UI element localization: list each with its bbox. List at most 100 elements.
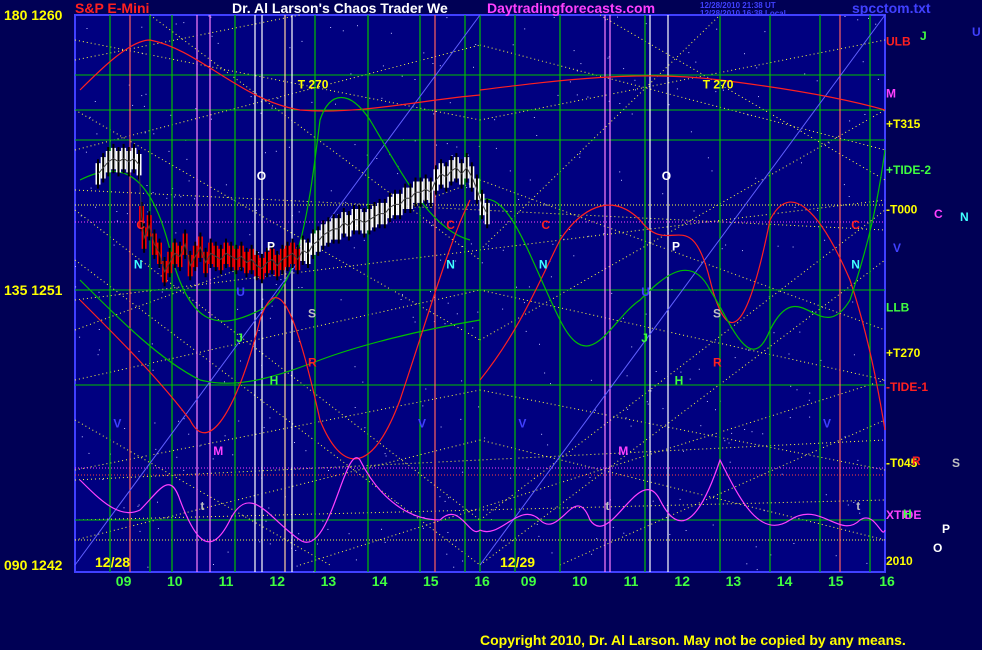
star-dot (623, 68, 625, 70)
star-dot (345, 201, 347, 203)
star-dot (676, 88, 678, 90)
star-dot (258, 330, 260, 331)
star-dot (849, 120, 851, 122)
star-dot (327, 528, 329, 530)
planet-marker-t: t (605, 499, 609, 513)
star-dot (85, 151, 87, 153)
site-link[interactable]: Daytradingforecasts.com (487, 0, 655, 16)
star-dot (258, 252, 260, 253)
star-dot (596, 538, 598, 540)
star-dot (439, 65, 441, 67)
copyright: Copyright 2010, Dr. Al Larson. May not b… (480, 632, 906, 648)
star-dot (255, 210, 257, 211)
star-dot (381, 97, 383, 99)
planet-marker-u: U (641, 285, 650, 299)
star-dot (484, 437, 486, 439)
star-dot (528, 286, 530, 288)
star-dot (212, 458, 214, 460)
star-dot (516, 286, 517, 288)
star-dot (397, 173, 399, 175)
star-dot (844, 436, 846, 438)
star-dot (145, 93, 147, 95)
star-dot (311, 101, 313, 103)
star-dot (269, 317, 271, 319)
star-dot (271, 107, 273, 109)
star-dot (472, 327, 474, 329)
star-dot (627, 408, 629, 410)
planet-marker-h: H (270, 374, 279, 388)
star-dot (446, 17, 448, 19)
star-dot (422, 405, 424, 407)
star-dot (456, 313, 458, 315)
star-dot (804, 73, 806, 75)
star-dot (875, 23, 877, 25)
star-dot (612, 526, 614, 528)
right-level-label: M (886, 87, 896, 101)
star-dot (227, 551, 229, 553)
star-dot (116, 211, 118, 212)
far-right-marker: U (972, 25, 981, 39)
star-dot (237, 308, 239, 310)
star-dot (102, 479, 104, 480)
star-dot (402, 294, 403, 296)
star-dot (576, 94, 578, 96)
star-dot (186, 158, 188, 160)
star-dot (330, 190, 332, 192)
star-dot (550, 276, 552, 278)
star-dot (475, 44, 477, 45)
star-dot (662, 193, 664, 195)
x-tick-label: 10 (167, 573, 183, 589)
star-dot (470, 243, 472, 245)
planet-marker-n: N (851, 258, 860, 272)
star-dot (758, 96, 759, 98)
star-dot (700, 425, 702, 427)
star-dot (588, 235, 590, 237)
star-dot (525, 330, 527, 332)
star-dot (232, 454, 234, 456)
star-dot (680, 371, 682, 373)
star-dot (265, 152, 266, 154)
x-tick-label: 15 (423, 573, 439, 589)
star-dot (126, 213, 128, 215)
planet-marker-v: V (418, 417, 426, 431)
star-dot (431, 225, 432, 227)
star-dot (529, 179, 531, 181)
star-dot (143, 105, 145, 107)
star-dot (289, 47, 291, 49)
star-dot (579, 156, 581, 158)
star-dot (645, 23, 647, 25)
star-dot (467, 154, 469, 156)
star-dot (518, 199, 520, 200)
star-dot (440, 426, 442, 428)
star-dot (853, 354, 855, 356)
star-dot (591, 553, 593, 555)
star-dot (744, 429, 746, 430)
star-dot (693, 210, 695, 212)
planet-marker-n: N (539, 258, 548, 272)
star-dot (157, 501, 158, 503)
star-dot (98, 349, 100, 351)
star-dot (362, 381, 364, 383)
star-dot (762, 433, 764, 435)
far-right-marker: S (952, 456, 960, 470)
star-dot (294, 442, 295, 443)
star-dot (729, 461, 731, 463)
far-right-marker: C (934, 207, 943, 221)
star-dot (868, 17, 869, 19)
star-dot (269, 417, 271, 419)
star-dot (502, 249, 504, 251)
star-dot (594, 409, 596, 411)
star-dot (844, 16, 846, 17)
star-dot (502, 540, 504, 542)
far-right-marker: J (920, 29, 927, 43)
right-level-label: LLB (886, 300, 910, 314)
star-dot (89, 116, 91, 118)
star-dot (414, 79, 416, 80)
x-tick-label: 09 (521, 573, 537, 589)
right-level-label: +T315 (886, 117, 921, 131)
star-dot (494, 119, 496, 121)
star-dot (199, 445, 201, 447)
star-dot (523, 302, 525, 304)
star-dot (432, 63, 434, 64)
star-dot (384, 453, 386, 455)
